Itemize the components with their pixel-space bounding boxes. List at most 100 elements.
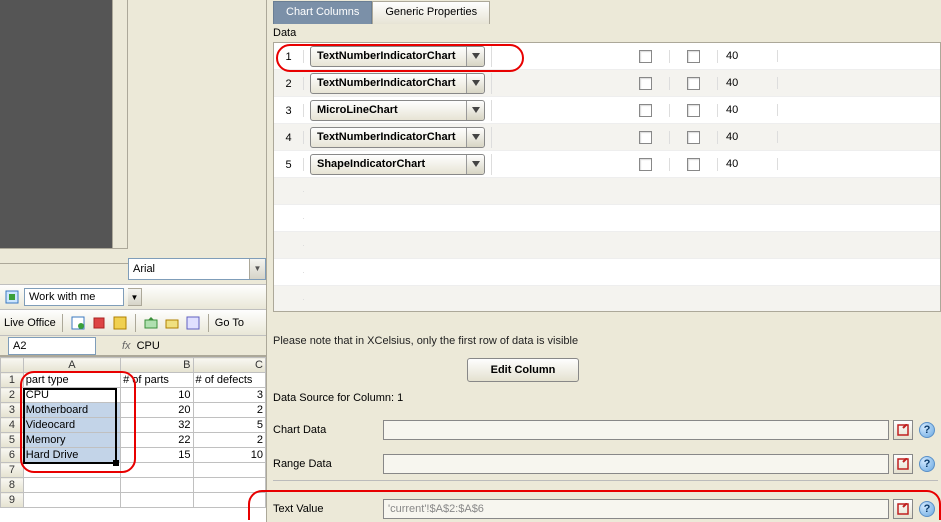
- selection-handle[interactable]: [113, 460, 119, 466]
- checkbox[interactable]: [639, 104, 652, 117]
- text-value-row: Text Value ?: [273, 497, 937, 521]
- help-button[interactable]: ?: [917, 420, 937, 440]
- checkbox[interactable]: [639, 158, 652, 171]
- preview-scroll-horizontal[interactable]: [0, 248, 128, 264]
- separator-icon: [273, 480, 938, 481]
- tab-chart-columns[interactable]: Chart Columns: [273, 1, 372, 24]
- save-button[interactable]: [111, 314, 129, 332]
- row-index: 2: [274, 77, 304, 90]
- note-text: Please note that in XCelsius, only the f…: [273, 335, 578, 347]
- checkbox[interactable]: [639, 50, 652, 63]
- range-data-label: Range Data: [273, 458, 383, 470]
- col-header-A[interactable]: A: [23, 358, 120, 373]
- grid-row-empty[interactable]: [274, 259, 940, 286]
- checkbox[interactable]: [687, 50, 700, 63]
- chevron-down-icon[interactable]: ▼: [128, 288, 142, 306]
- spreadsheet[interactable]: A B C 1 part type # of parts # of defect…: [0, 356, 266, 522]
- grid-row-empty[interactable]: [274, 205, 940, 232]
- chart-type-dropdown[interactable]: TextNumberIndicatorChart: [310, 127, 485, 148]
- chevron-down-icon[interactable]: [466, 155, 484, 174]
- formula-bar: A2 fx CPU: [0, 336, 266, 356]
- help-icon: ?: [919, 456, 935, 472]
- help-button[interactable]: ?: [917, 499, 937, 519]
- value-cell[interactable]: 40: [718, 77, 778, 89]
- table-row[interactable]: 4 Videocard 32 5: [1, 418, 266, 433]
- grid-row[interactable]: 3 MicroLineChart 40: [274, 97, 940, 124]
- separator-icon: [208, 314, 209, 332]
- data-section-label: Data: [273, 27, 296, 39]
- chart-type-dropdown[interactable]: MicroLineChart: [310, 100, 485, 121]
- value-cell[interactable]: 40: [718, 50, 778, 62]
- goto-label[interactable]: Go To: [215, 317, 244, 329]
- grid-row[interactable]: 5 ShapeIndicatorChart 40: [274, 151, 940, 178]
- table-row[interactable]: 1 part type # of parts # of defects: [1, 373, 266, 388]
- live-office-label: Live Office: [4, 317, 56, 329]
- chart-data-row: Chart Data ?: [273, 418, 937, 442]
- preview-panel: [0, 0, 112, 248]
- table-row[interactable]: 2 CPU 10 3: [1, 388, 266, 403]
- options-button[interactable]: [184, 314, 202, 332]
- data-grid: 1 TextNumberIndicatorChart 40 2 TextNumb…: [273, 42, 941, 312]
- formula-value[interactable]: CPU: [137, 340, 160, 352]
- checkbox[interactable]: [639, 77, 652, 90]
- checkbox[interactable]: [687, 131, 700, 144]
- text-value-input[interactable]: [383, 499, 889, 519]
- range-data-row: Range Data ?: [273, 452, 937, 476]
- table-row[interactable]: 9: [1, 493, 266, 508]
- preview-scroll-vertical[interactable]: [112, 0, 128, 248]
- value-cell[interactable]: 40: [718, 131, 778, 143]
- grid-row[interactable]: 4 TextNumberIndicatorChart 40: [274, 124, 940, 151]
- chevron-down-icon[interactable]: ▼: [249, 259, 265, 279]
- checkbox[interactable]: [687, 104, 700, 117]
- liveoffice-toolbar: Live Office Go To: [0, 310, 266, 336]
- range-picker-button[interactable]: [893, 499, 913, 519]
- table-row[interactable]: 5 Memory 22 2: [1, 433, 266, 448]
- chevron-down-icon[interactable]: [466, 128, 484, 147]
- chevron-down-icon[interactable]: [466, 101, 484, 120]
- value-cell[interactable]: 40: [718, 158, 778, 170]
- checkbox[interactable]: [639, 131, 652, 144]
- range-data-input[interactable]: [383, 454, 889, 474]
- chart-type-dropdown[interactable]: TextNumberIndicatorChart: [310, 73, 485, 94]
- grid-row-empty[interactable]: [274, 232, 940, 259]
- collab-toolbar: Work with me ▼: [0, 284, 266, 310]
- row-index: 4: [274, 131, 304, 144]
- table-row[interactable]: 6 Hard Drive 15 10: [1, 448, 266, 463]
- table-row[interactable]: 7: [1, 463, 266, 478]
- checkbox[interactable]: [687, 158, 700, 171]
- fx-icon[interactable]: fx: [122, 340, 131, 352]
- tab-generic-properties[interactable]: Generic Properties: [372, 1, 490, 24]
- insert-object-button[interactable]: [69, 314, 87, 332]
- select-all-corner[interactable]: [1, 358, 24, 373]
- help-icon: ?: [919, 501, 935, 517]
- range-picker-button[interactable]: [893, 420, 913, 440]
- col-header-B[interactable]: B: [121, 358, 193, 373]
- grid-row-empty[interactable]: [274, 178, 940, 205]
- row-index: 1: [274, 50, 304, 63]
- table-row[interactable]: 8: [1, 478, 266, 493]
- chart-data-label: Chart Data: [273, 424, 383, 436]
- work-with-me-box[interactable]: Work with me: [24, 288, 124, 306]
- edit-column-button[interactable]: Edit Column: [467, 358, 579, 382]
- chart-data-input[interactable]: [383, 420, 889, 440]
- grid-row[interactable]: 1 TextNumberIndicatorChart 40: [274, 43, 940, 70]
- value-cell[interactable]: 40: [718, 104, 778, 116]
- name-box[interactable]: A2: [8, 337, 96, 355]
- grid-row-empty[interactable]: [274, 286, 940, 312]
- row-index: 3: [274, 104, 304, 117]
- chart-type-dropdown[interactable]: TextNumberIndicatorChart: [310, 46, 485, 67]
- range-picker-button[interactable]: [893, 454, 913, 474]
- chart-type-dropdown[interactable]: ShapeIndicatorChart: [310, 154, 485, 175]
- open-button[interactable]: [163, 314, 181, 332]
- chevron-down-icon[interactable]: [466, 47, 484, 66]
- chevron-down-icon[interactable]: [466, 74, 484, 93]
- col-header-C[interactable]: C: [193, 358, 265, 373]
- publish-button[interactable]: [142, 314, 160, 332]
- refresh-button[interactable]: [90, 314, 108, 332]
- font-selector[interactable]: Arial ▼: [128, 258, 266, 280]
- checkbox[interactable]: [687, 77, 700, 90]
- help-button[interactable]: ?: [917, 454, 937, 474]
- grid-row[interactable]: 2 TextNumberIndicatorChart 40: [274, 70, 940, 97]
- presence-icon: [4, 289, 20, 305]
- table-row[interactable]: 3 Motherboard 20 2: [1, 403, 266, 418]
